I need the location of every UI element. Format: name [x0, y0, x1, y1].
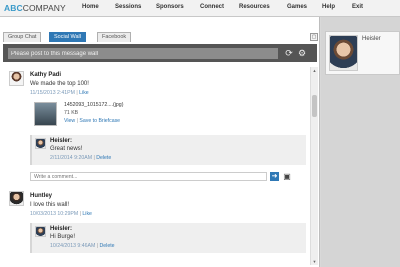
- company-logo[interactable]: ABCCOMPANY: [4, 3, 66, 13]
- nav-home[interactable]: Home: [82, 4, 99, 10]
- avatar-kathy-padi[interactable]: [9, 71, 24, 86]
- post-meta: 10/03/2013 10:29PM | Like: [30, 211, 92, 217]
- post-timestamp: 11/15/2013 2:41PM: [30, 90, 75, 96]
- right-panel: Heisler: [321, 17, 400, 267]
- post-text: We made the top 100!: [30, 81, 89, 87]
- attachment-thumbnail[interactable]: [34, 102, 57, 126]
- feed-scrollbar[interactable]: ▲ ▼: [310, 67, 318, 265]
- comment-text: Hi Burge!: [50, 234, 76, 240]
- nav-sessions[interactable]: Sessions: [115, 4, 141, 10]
- comment-author[interactable]: Heisler:: [50, 138, 72, 144]
- view-link[interactable]: View: [64, 118, 75, 124]
- comment-timestamp: 2/11/2014 9:20AM: [50, 155, 93, 161]
- post-meta: 11/15/2013 2:41PM | Like: [30, 90, 89, 96]
- delete-link[interactable]: Delete: [100, 243, 115, 249]
- logo-suffix: COMPANY: [22, 3, 66, 13]
- avatar-heisler[interactable]: [35, 226, 46, 237]
- profile-avatar[interactable]: [329, 35, 358, 71]
- save-to-briefcase-link[interactable]: Save to Briefcase: [79, 118, 120, 124]
- scrollbar-thumb[interactable]: [312, 95, 317, 117]
- social-panel: Group Chat Social Wall Facebook ▢ ⟳ ⚙ Ka…: [0, 17, 320, 267]
- nav-exit[interactable]: Exit: [352, 4, 363, 10]
- post-author[interactable]: Huntley: [30, 193, 52, 199]
- nav-sponsors[interactable]: Sponsors: [156, 4, 184, 10]
- expand-panel-icon[interactable]: ▢: [310, 33, 318, 41]
- arrow-right-icon[interactable]: ➜: [270, 172, 279, 181]
- post-author[interactable]: Kathy Padi: [30, 72, 61, 78]
- top-nav-bar: ABCCOMPANY Home Sessions Sponsors Connec…: [0, 0, 400, 17]
- like-link[interactable]: Like: [79, 90, 89, 96]
- profile-card[interactable]: Heisler: [325, 31, 400, 75]
- attachment-size: 71 KB: [64, 110, 79, 116]
- comment: Heisler: Hi Burge! 10/24/2013 9:46AM | D…: [30, 223, 306, 253]
- attachment-links: View | Save to Briefcase: [64, 118, 120, 124]
- post-bar: ⟳ ⚙: [3, 44, 317, 62]
- tab-social-wall[interactable]: Social Wall: [49, 32, 86, 42]
- message-feed: Kathy Padi We made the top 100! 11/15/20…: [3, 65, 306, 267]
- avatar-huntley[interactable]: [9, 191, 24, 206]
- refresh-icon[interactable]: ⟳: [284, 48, 294, 58]
- post-message-input[interactable]: [8, 48, 278, 59]
- floppy-disk-icon[interactable]: ▣: [283, 173, 291, 181]
- gear-icon[interactable]: ⚙: [297, 48, 307, 58]
- attachment-filename: 1452093_1015172....(jpg): [64, 102, 124, 108]
- like-link[interactable]: Like: [82, 211, 92, 217]
- post-timestamp: 10/03/2013 10:29PM: [30, 211, 79, 217]
- nav-connect[interactable]: Connect: [200, 4, 224, 10]
- comment-timestamp: 10/24/2013 9:46AM: [50, 243, 96, 249]
- delete-link[interactable]: Delete: [96, 155, 111, 161]
- main-nav: Home Sessions Sponsors Connect Resources…: [80, 4, 400, 14]
- comment-meta: 2/11/2014 9:20AM | Delete: [50, 155, 111, 161]
- avatar-heisler[interactable]: [35, 138, 46, 149]
- comment-text: Great news!: [50, 146, 83, 152]
- comment-meta: 10/24/2013 9:46AM | Delete: [50, 243, 115, 249]
- tab-group-chat[interactable]: Group Chat: [3, 32, 42, 42]
- tab-facebook[interactable]: Facebook: [97, 32, 132, 42]
- comment-author[interactable]: Heisler:: [50, 226, 72, 232]
- nav-resources[interactable]: Resources: [239, 4, 270, 10]
- profile-name: Heisler: [362, 36, 381, 42]
- logo-prefix: ABC: [4, 3, 23, 13]
- scroll-up-icon[interactable]: ▲: [311, 67, 318, 74]
- post-text: I love this wall!: [30, 202, 70, 208]
- comment: Heisler: Great news! 2/11/2014 9:20AM | …: [30, 135, 306, 165]
- nav-help[interactable]: Help: [322, 4, 335, 10]
- comment-input[interactable]: [30, 172, 267, 181]
- scroll-down-icon[interactable]: ▼: [311, 258, 318, 265]
- nav-games[interactable]: Games: [287, 4, 307, 10]
